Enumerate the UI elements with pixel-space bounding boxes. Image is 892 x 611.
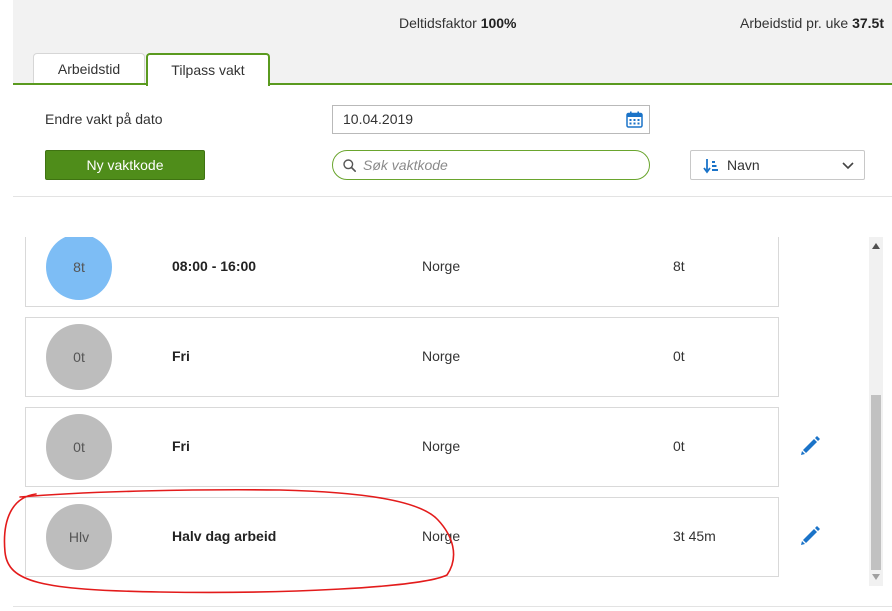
scroll-up-icon[interactable]: [872, 243, 880, 249]
search-placeholder: Søk vaktkode: [363, 157, 448, 173]
date-value: 10.04.2019: [343, 111, 414, 127]
shift-name: Fri: [172, 438, 190, 454]
sort-value: Navn: [727, 157, 760, 173]
list-item[interactable]: Hlv Halv dag arbeid Norge 3t 45m: [25, 497, 779, 577]
tab-arbeidstid[interactable]: Arbeidstid: [33, 53, 145, 84]
shift-hours: 3t 45m: [673, 528, 716, 544]
shift-region: Norge: [422, 438, 461, 454]
shift-region: Norge: [422, 258, 461, 274]
bottom-divider: [13, 606, 892, 607]
date-input[interactable]: 10.04.2019: [332, 105, 650, 134]
shift-region: Norge: [422, 528, 461, 544]
search-shift-code-input[interactable]: Søk vaktkode: [332, 150, 650, 180]
pencil-icon[interactable]: [799, 435, 821, 457]
list-item[interactable]: 0t Fri Norge 0t: [25, 317, 779, 397]
sort-icon: [703, 159, 718, 174]
avatar: 0t: [46, 324, 112, 390]
part-time-factor: Deltidsfaktor 100%: [399, 15, 517, 31]
scroll-down-icon[interactable]: [872, 574, 880, 580]
weekly-hours: Arbeidstid pr. uke 37.5t: [740, 15, 884, 31]
search-icon: [343, 159, 356, 172]
shift-hours: 0t: [673, 438, 685, 454]
sort-select[interactable]: Navn: [690, 150, 865, 180]
shift-hours: 8t: [673, 258, 685, 274]
date-label: Endre vakt på dato: [45, 111, 163, 127]
avatar: Hlv: [46, 504, 112, 570]
shift-region: Norge: [422, 348, 461, 364]
chevron-down-icon: [842, 162, 854, 170]
shift-name: Fri: [172, 348, 190, 364]
scrollbar-thumb[interactable]: [871, 395, 881, 570]
avatar: 8t: [46, 237, 112, 300]
shift-hours: 0t: [673, 348, 685, 364]
shift-name: Halv dag arbeid: [172, 528, 277, 544]
weekly-hours-value: 37.5t: [852, 15, 884, 31]
shift-name: 08:00 - 16:00: [172, 258, 257, 274]
scrollbar[interactable]: [869, 237, 883, 586]
part-time-factor-value: 100%: [480, 15, 517, 31]
list-item[interactable]: 8t 08:00 - 16:00 Norge 8t: [25, 237, 779, 307]
calendar-icon[interactable]: [626, 111, 643, 128]
tab-underline: [13, 83, 892, 85]
list-item[interactable]: 0t Fri Norge 0t: [25, 407, 779, 487]
avatar: 0t: [46, 414, 112, 480]
shift-code-list: 8t 08:00 - 16:00 Norge 8t 0t Fri Norge 0…: [13, 237, 869, 586]
pencil-icon[interactable]: [799, 525, 821, 547]
divider: [13, 196, 892, 197]
new-shift-code-button[interactable]: Ny vaktkode: [45, 150, 205, 180]
tab-tilpass-vakt[interactable]: Tilpass vakt: [146, 53, 270, 86]
